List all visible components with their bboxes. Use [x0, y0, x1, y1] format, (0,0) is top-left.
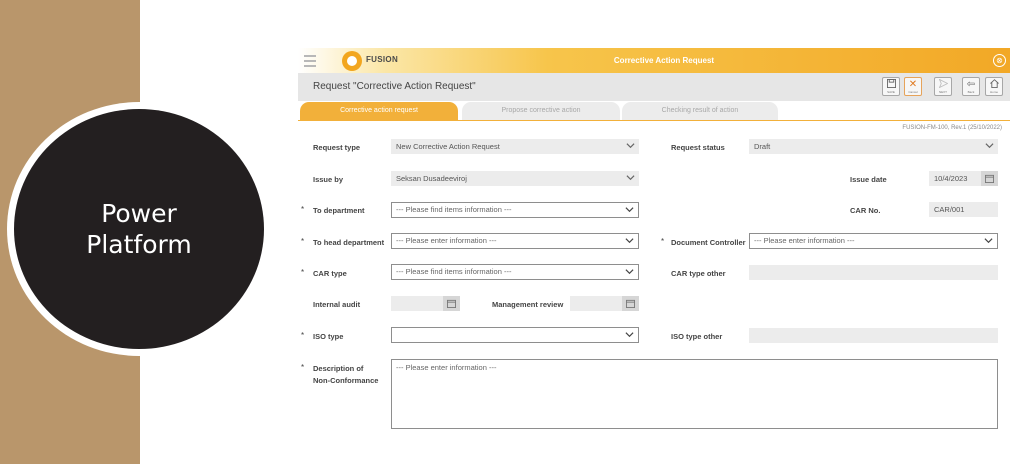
chevron-down-icon	[625, 332, 634, 338]
iso-type-select[interactable]	[391, 327, 639, 343]
request-type-select[interactable]: New Corrective Action Request	[391, 139, 639, 154]
to-head-department-select[interactable]: --- Please enter information ---	[391, 233, 639, 249]
save-button[interactable]: SAVE	[882, 77, 900, 96]
to-department-select[interactable]: --- Please find items information ---	[391, 202, 639, 218]
chevron-down-icon	[626, 143, 635, 149]
car-type-label: CAR type	[313, 269, 347, 278]
to-department-label: To department	[313, 206, 365, 215]
required-mark: *	[301, 268, 305, 277]
badge-line-2: Platform	[86, 230, 192, 259]
description-label-line-1: Description of	[313, 364, 364, 373]
next-button[interactable]: NEXT	[934, 77, 952, 96]
home-label: Home	[989, 90, 998, 94]
cancel-label: Cancel	[908, 90, 918, 94]
issue-by-select[interactable]: Seksan Dusadeeviroj	[391, 171, 639, 186]
request-status-value: Draft	[754, 142, 771, 151]
page-header: Request "Corrective Action Request" SAVE…	[298, 73, 1010, 101]
document-controller-select[interactable]: --- Please enter information ---	[749, 233, 998, 249]
document-controller-label: Document Controller	[671, 238, 746, 247]
issue-by-label: Issue by	[313, 175, 344, 184]
car-type-placeholder: --- Please find items information ---	[396, 267, 512, 276]
close-icon[interactable]: ⊗	[993, 54, 1006, 67]
request-type-value: New Corrective Action Request	[396, 142, 500, 151]
badge-line-1: Power	[101, 199, 177, 228]
tab-corrective-action-request[interactable]: Corrective action request	[300, 102, 458, 120]
tab-underline	[298, 120, 1010, 121]
required-mark: *	[661, 237, 665, 246]
back-button[interactable]: ⇦ Back	[962, 77, 980, 96]
chevron-down-icon	[985, 143, 994, 149]
required-mark: *	[301, 237, 305, 246]
required-mark: *	[301, 363, 305, 372]
required-mark: *	[301, 205, 305, 214]
request-status-label: Request status	[671, 143, 725, 152]
app-topbar: FUSION Corrective Action Request ⊗	[298, 48, 1010, 73]
description-textarea[interactable]: --- Please enter information ---	[391, 359, 998, 429]
car-type-select[interactable]: --- Please find items information ---	[391, 264, 639, 280]
request-status-select[interactable]: Draft	[749, 139, 998, 154]
issue-date-value: 10/4/2023	[934, 174, 968, 183]
management-review-date-field[interactable]	[570, 296, 639, 311]
power-platform-badge: Power Platform	[7, 102, 271, 356]
back-label: Back	[967, 90, 975, 94]
app-window: FUSION Corrective Action Request ⊗ Reque…	[298, 48, 1010, 448]
app-title: Corrective Action Request	[613, 56, 715, 65]
description-label-line-2: Non-Conformance	[313, 376, 379, 385]
issue-date-field[interactable]: 10/4/2023	[929, 171, 998, 186]
request-type-label: Request type	[313, 143, 361, 152]
iso-type-other-label: ISO type other	[671, 332, 723, 341]
chevron-down-icon	[626, 175, 635, 181]
internal-audit-label: Internal audit	[313, 300, 361, 309]
iso-type-label: ISO type	[313, 332, 344, 341]
badge-circle: Power Platform	[14, 109, 264, 349]
to-department-placeholder: --- Please find items information ---	[396, 205, 512, 214]
car-type-other-field[interactable]	[749, 265, 998, 280]
issue-by-value: Seksan Dusadeeviroj	[396, 174, 467, 183]
iso-type-other-field[interactable]	[749, 328, 998, 343]
document-controller-placeholder: --- Please enter information ---	[754, 236, 855, 245]
car-no-field[interactable]: CAR/001	[929, 202, 998, 217]
tab-propose-corrective-action[interactable]: Propose corrective action	[462, 102, 620, 120]
arrow-left-icon: ⇦	[966, 79, 976, 90]
page-title: Request "Corrective Action Request"	[313, 81, 476, 92]
home-button[interactable]: Home	[985, 77, 1003, 96]
required-mark: *	[301, 331, 305, 340]
issue-date-label: Issue date	[850, 175, 887, 184]
chevron-down-icon	[625, 269, 634, 275]
cancel-button[interactable]: ✕ Cancel	[904, 77, 922, 96]
management-review-label: Management review	[492, 300, 564, 309]
car-type-other-label: CAR type other	[671, 269, 726, 278]
chevron-down-icon	[984, 238, 993, 244]
car-no-label: CAR No.	[850, 206, 881, 215]
calendar-icon[interactable]	[443, 296, 460, 311]
internal-audit-date-field[interactable]	[391, 296, 460, 311]
chevron-down-icon	[625, 238, 634, 244]
x-icon: ✕	[908, 79, 918, 90]
to-head-department-label: To head department	[313, 238, 385, 247]
next-label: NEXT	[938, 90, 947, 94]
calendar-icon[interactable]	[622, 296, 639, 311]
tab-checking-result-of-action[interactable]: Checking result of action	[622, 102, 778, 120]
calendar-icon[interactable]	[981, 171, 998, 186]
to-head-department-placeholder: --- Please enter information ---	[396, 236, 497, 245]
document-reference: FUSION-FM-100, Rev.1 (25/10/2022)	[902, 125, 1002, 131]
save-label: SAVE	[887, 90, 895, 94]
chevron-down-icon	[625, 207, 634, 213]
